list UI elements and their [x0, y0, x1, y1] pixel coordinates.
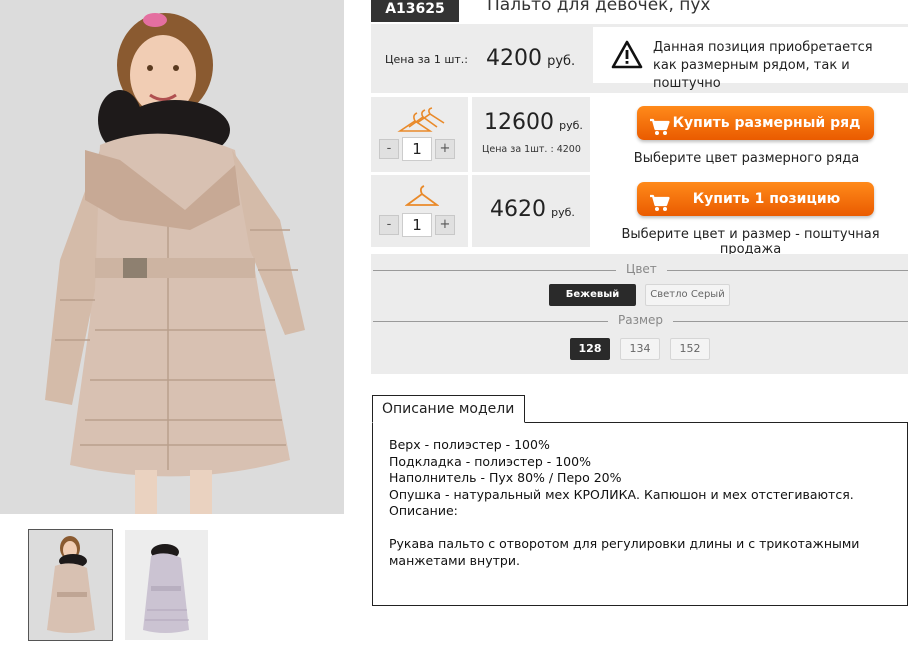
unit-price-label: Цена за 1 шт.: [385, 53, 468, 66]
size-set-plus-button[interactable]: + [435, 139, 455, 159]
buy-single-button[interactable]: Купить 1 позицию [637, 182, 874, 216]
unit-price-currency: руб. [547, 54, 576, 69]
description-line [389, 520, 889, 537]
description-line: Рукава пальто с отворотом для регулировк… [389, 536, 860, 568]
unit-price: 4200 руб. [486, 46, 575, 71]
buy-size-set-button[interactable]: Купить размерный ряд [637, 106, 874, 140]
size-set-price-currency: руб. [559, 119, 583, 132]
description-line: Верх - полиэстер - 100% [389, 437, 550, 452]
color-option-beige[interactable]: Бежевый [549, 284, 636, 306]
thumbnail-light-grey[interactable] [124, 529, 209, 641]
color-option-light-grey[interactable]: Светло Серый [645, 284, 730, 306]
notice-text: Данная позиция приобретается как размерн… [653, 40, 873, 91]
size-set-quantity-stepper[interactable]: - 1 + [379, 137, 455, 161]
thumbnail-strip [0, 514, 344, 659]
product-title: Пальто для девочек, пух [487, 0, 711, 15]
size-set-quantity-input[interactable]: 1 [402, 137, 432, 161]
single-hint: Выберите цвет и размер - поштучная прода… [621, 227, 880, 257]
hanger-set-icon [397, 107, 447, 137]
description-line: Наполнитель - Пух 80% / Перо 20% [389, 470, 622, 485]
single-minus-button[interactable]: - [379, 215, 399, 235]
description-line: Описание: [389, 503, 458, 518]
description-text: Верх - полиэстер - 100% Подкладка - поли… [389, 437, 889, 569]
single-quantity-stepper[interactable]: - 1 + [379, 213, 455, 237]
size-set-price-value: 12600 [484, 110, 554, 135]
single-price-currency: руб. [551, 206, 575, 219]
sku-badge: A13625 [371, 0, 459, 22]
buy-size-set-label: Купить размерный ряд [672, 115, 861, 131]
single-price: 4620 руб. [490, 197, 575, 222]
single-quantity-input[interactable]: 1 [402, 213, 432, 237]
single-price-value: 4620 [490, 197, 546, 222]
buy-single-label: Купить 1 позицию [692, 191, 841, 207]
description-line: Подкладка - полиэстер - 100% [389, 453, 591, 469]
size-section-title: Размер [608, 313, 674, 327]
size-option-134[interactable]: 134 [620, 338, 660, 360]
thumbnail-beige[interactable] [28, 529, 113, 641]
size-set-unit-note: Цена за 1шт. : 4200 [482, 144, 581, 155]
size-set-minus-button[interactable]: - [379, 139, 399, 159]
color-section-title: Цвет [616, 262, 667, 276]
tab-description[interactable]: Описание модели [372, 395, 525, 423]
size-option-128[interactable]: 128 [570, 338, 610, 360]
hanger-icon [404, 185, 440, 211]
unit-price-value: 4200 [486, 46, 542, 71]
main-product-photo[interactable] [0, 0, 344, 514]
description-line: Опушка - натуральный мех КРОЛИКА. Капюшо… [389, 486, 854, 502]
size-set-price: 12600 руб. [484, 110, 583, 135]
single-plus-button[interactable]: + [435, 215, 455, 235]
warning-icon [611, 40, 643, 73]
size-set-hint: Выберите цвет размерного ряда [633, 151, 860, 166]
size-option-152[interactable]: 152 [670, 338, 710, 360]
